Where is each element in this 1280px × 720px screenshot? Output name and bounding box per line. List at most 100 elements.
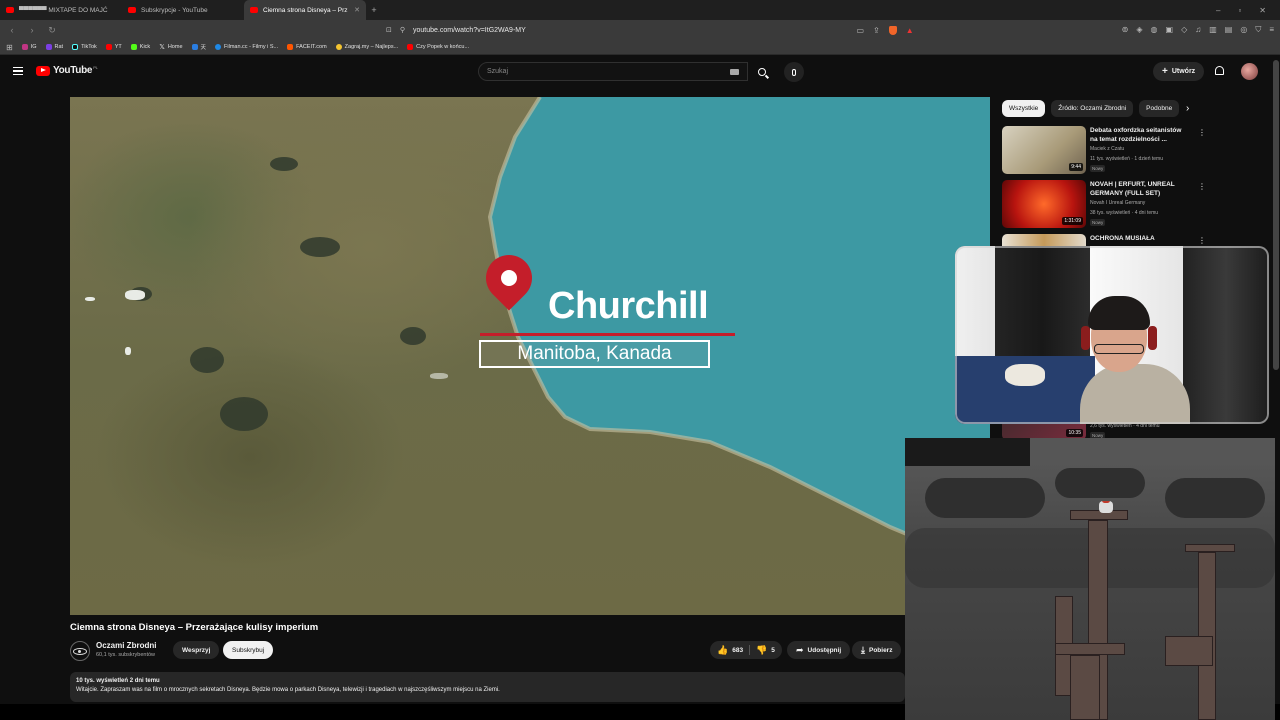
rec-channel[interactable]: Novah I Unreal Germany <box>1090 200 1145 206</box>
duration: 1:31:09 <box>1062 217 1083 225</box>
page-scrollbar[interactable] <box>1273 60 1279 370</box>
site-info-icon[interactable]: ⚲ <box>400 26 405 34</box>
rat-icon <box>45 44 52 50</box>
bookmark-item[interactable]: FACEIT.com <box>287 44 327 50</box>
extension-icon[interactable]: ◈ <box>1136 25 1142 35</box>
new-badge: Nowy <box>1090 219 1106 226</box>
recommendation-item[interactable]: 1:31:09 NOVAH | ERFURT, UNREAL GERMANY (… <box>1002 180 1212 230</box>
close-window-icon[interactable]: ✕ <box>1259 6 1266 15</box>
youtube-logo[interactable]: YouTube PL <box>36 65 98 76</box>
lake <box>400 327 426 345</box>
bookmark-item[interactable]: YT <box>105 44 122 50</box>
bookmark-item[interactable]: Filman.cc - Filmy i S... <box>215 44 278 50</box>
like-count[interactable]: 683 <box>732 647 743 654</box>
sidebar-icon[interactable]: ▥ <box>1209 25 1217 35</box>
apps-icon[interactable]: ⊞ <box>6 43 13 52</box>
filter-chips: Wszystkie Źródło: Oczami Zbrodni Podobne <box>1002 100 1180 117</box>
rec-channel[interactable]: Maciek z Czatu <box>1090 146 1124 152</box>
chip-similar[interactable]: Podobne <box>1139 100 1180 117</box>
avatar[interactable] <box>1241 63 1258 80</box>
bookmark-item[interactable]: 天 <box>191 43 206 51</box>
dislike-icon[interactable]: 👎 <box>756 645 767 656</box>
rec-meta: 38 tys. wyświetleń · 4 dni temu <box>1090 210 1159 216</box>
video-player[interactable]: Churchill Manitoba, Kanada <box>70 97 990 615</box>
bookmark-label: Zagraj.my – Najleps... <box>344 44 399 50</box>
bookmark-item[interactable]: Czy Popek w końcu... <box>407 44 469 50</box>
cast-icon[interactable]: ▭ <box>856 26 864 35</box>
notifications-bell-icon[interactable] <box>1215 66 1224 75</box>
tiktok-icon <box>72 44 79 50</box>
rewards-icon[interactable]: ▲ <box>906 26 914 35</box>
video-thumbnail[interactable]: 9:44 <box>1002 126 1086 174</box>
search-button[interactable] <box>749 62 774 81</box>
logo-region: PL <box>93 65 98 70</box>
description-box[interactable]: 10 tys. wyświetleń 2 dni temu Witajcie. … <box>70 672 905 702</box>
support-button[interactable]: Wesprzyj <box>173 641 220 659</box>
download-label: Pobierz <box>868 646 893 654</box>
more-options-icon[interactable]: ⋮ <box>1198 128 1206 137</box>
chevron-right-icon[interactable]: › <box>1186 103 1189 114</box>
more-options-icon[interactable]: ⋮ <box>1198 182 1206 191</box>
menu-icon[interactable]: ≡ <box>1269 25 1274 35</box>
brave-shield-icon[interactable] <box>888 25 897 35</box>
forward-icon[interactable]: › <box>26 25 38 35</box>
bookmark-item[interactable]: 𝕏 Home <box>159 43 182 51</box>
subscribe-button[interactable]: Subskrybuj <box>223 641 274 659</box>
chip-all[interactable]: Wszystkie <box>1002 100 1046 117</box>
bookmark-item[interactable]: IG <box>21 44 37 50</box>
vpn-icon[interactable]: ⊚ <box>1122 25 1129 35</box>
dislike-count[interactable]: 5 <box>771 647 775 654</box>
rec-title[interactable]: NOVAH | ERFURT, UNREAL GERMANY (FULL SET… <box>1090 180 1190 198</box>
bookmark-icon[interactable]: ⊡ <box>386 26 392 34</box>
extension-icon[interactable]: ◇ <box>1181 25 1187 35</box>
browser-tab[interactable]: ▀▀▀▀▀▀ MIXTAPE DO MAJĆ <box>0 0 122 20</box>
share-label: Udostępnij <box>807 646 842 654</box>
game-cloud <box>925 478 1045 518</box>
wallet-icon[interactable]: ▤ <box>1225 25 1233 35</box>
bookmark-item[interactable]: TikTok <box>72 44 97 50</box>
snow-patch <box>125 290 145 300</box>
video-thumbnail[interactable]: 1:31:09 <box>1002 180 1086 228</box>
bookmark-label: Filman.cc - Filmy i S... <box>224 44 279 50</box>
browser-tab[interactable]: Subskrypcje - YouTube <box>122 0 244 20</box>
extension-icon[interactable]: ▣ <box>1166 25 1174 35</box>
create-button[interactable]: + Utwórz <box>1153 62 1205 81</box>
more-options-icon[interactable]: ⋮ <box>1198 236 1206 245</box>
share-button[interactable]: ➦ Udostępnij <box>787 641 851 659</box>
recommendation-item[interactable]: 9:44 Debata oxfordzka seitanistów na tem… <box>1002 126 1212 176</box>
share-icon[interactable]: ⇪ <box>873 26 880 35</box>
new-tab-button[interactable]: + <box>366 5 382 15</box>
rec-title[interactable]: OCHRONA MUSIAŁA <box>1090 234 1190 243</box>
game-cloud <box>1165 478 1265 518</box>
reload-icon[interactable]: ↻ <box>46 25 58 36</box>
maximize-icon[interactable]: ▫ <box>1238 6 1241 15</box>
search-input[interactable]: Szukaj <box>478 62 748 81</box>
description-text: Witajcie. Zapraszam was na film o mroczn… <box>76 687 500 693</box>
browser-tab-active[interactable]: Ciemna strona Disneya – Prz ✕ <box>244 0 366 20</box>
keyboard-icon[interactable] <box>730 69 739 75</box>
extension-icon[interactable]: ◍ <box>1151 25 1158 35</box>
chip-source[interactable]: Źródło: Oczami Zbrodni <box>1051 100 1134 117</box>
bookmarks-bar: ⊞ IG Rat TikTok YT Kick 𝕏 Home 天 Filman.c… <box>0 40 1280 55</box>
bookmark-item[interactable]: Kick <box>130 44 150 50</box>
music-icon[interactable]: ♫ <box>1195 25 1201 35</box>
game-platform <box>1055 643 1125 655</box>
channel-name[interactable]: Oczami Zbrodni <box>96 641 156 650</box>
minimize-icon[interactable]: – <box>1216 6 1220 15</box>
game-ceiling <box>905 438 1030 466</box>
voice-search-button[interactable] <box>784 62 804 82</box>
like-icon[interactable]: 👍 <box>717 645 728 656</box>
rec-title[interactable]: Debata oxfordzka seitanistów na temat ro… <box>1090 126 1190 144</box>
bookmark-item[interactable]: Rat <box>45 44 63 50</box>
webcam-frame <box>955 246 1269 424</box>
extension-icon[interactable]: ◎ <box>1240 25 1247 35</box>
close-tab-icon[interactable]: ✕ <box>354 6 360 14</box>
back-icon[interactable]: ‹ <box>6 25 18 35</box>
download-button[interactable]: ⤓ Pobierz <box>852 641 902 659</box>
hamburger-menu-icon[interactable] <box>13 67 23 75</box>
shield-icon[interactable]: ⛉ <box>1255 25 1261 35</box>
bookmark-item[interactable]: Zagraj.my – Najleps... <box>335 44 399 50</box>
url-field[interactable]: ⊡ ⚲ youtube.com/watch?v=ItG2WA9-MY <box>386 26 848 35</box>
bookmark-label: TikTok <box>81 44 97 50</box>
channel-avatar[interactable] <box>70 641 90 661</box>
